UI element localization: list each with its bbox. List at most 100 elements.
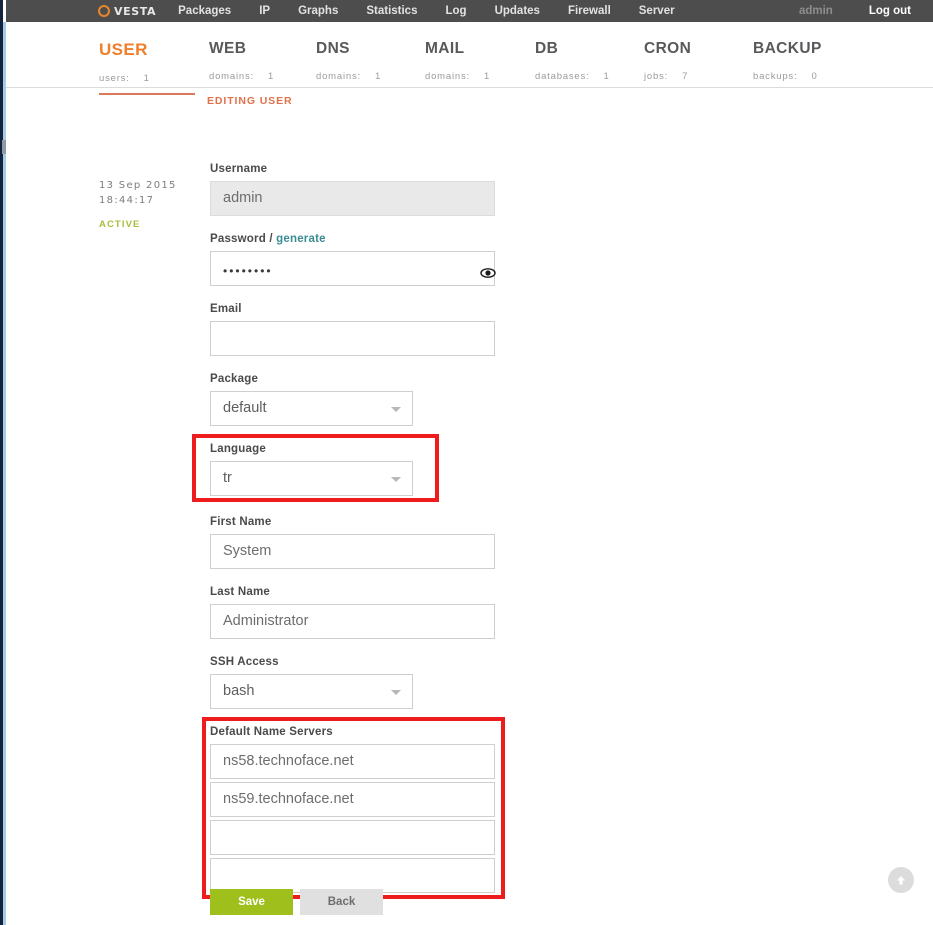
- tab-cron[interactable]: CRON jobs: 7: [644, 40, 691, 82]
- tab-user[interactable]: USER users: 1: [99, 40, 195, 95]
- first-name-input[interactable]: System: [210, 534, 495, 569]
- nav-item-firewall[interactable]: Firewall: [568, 5, 611, 17]
- top-navigation-bar: VESTA Packages IP Graphs Statistics Log …: [6, 0, 933, 22]
- password-label: Password / generate: [210, 233, 510, 245]
- username-label: Username: [210, 163, 268, 175]
- name-servers-list: ns58.technoface.net ns59.technoface.net: [210, 744, 510, 893]
- status-badge: ACTIVE: [99, 219, 141, 230]
- record-date: 13 Sep 2015: [99, 180, 177, 191]
- tab-backup-title: BACKUP: [753, 40, 822, 57]
- current-user-label[interactable]: admin: [799, 5, 833, 17]
- tab-dns[interactable]: DNS domains: 1: [316, 40, 381, 82]
- field-package: Package default: [210, 373, 510, 426]
- password-label-text: Password: [210, 233, 266, 245]
- tab-dns-sub: domains: 1: [316, 71, 381, 82]
- brand-name: VESTA: [114, 4, 157, 18]
- tab-dns-title: DNS: [316, 40, 350, 57]
- field-last-name: Last Name Administrator: [210, 586, 510, 639]
- tab-user-active-underline: [99, 93, 195, 95]
- email-label: Email: [210, 303, 242, 315]
- back-button[interactable]: Back: [300, 889, 383, 915]
- form-actions: Save Back: [210, 889, 383, 915]
- tab-cron-title: CRON: [644, 40, 692, 57]
- sidebar-handle[interactable]: [2, 140, 6, 154]
- tab-mail-count: 1: [483, 71, 491, 82]
- language-selected-value: tr: [223, 470, 232, 486]
- eye-icon[interactable]: [480, 265, 496, 281]
- name-server-input-1[interactable]: ns58.technoface.net: [210, 744, 495, 779]
- logout-link[interactable]: Log out: [869, 5, 911, 17]
- tab-db-count: 1: [603, 71, 610, 82]
- tab-db-sub-label: databases:: [535, 71, 590, 82]
- circle-logo-icon: [98, 5, 110, 17]
- nav-item-packages[interactable]: Packages: [178, 5, 231, 17]
- chevron-down-icon: [391, 407, 401, 412]
- record-time: 18:44:17: [99, 195, 155, 206]
- tab-mail[interactable]: MAIL domains: 1: [425, 40, 490, 82]
- ssh-access-label: SSH Access: [210, 656, 279, 668]
- save-button[interactable]: Save: [210, 889, 293, 915]
- field-name-servers: Default Name Servers ns58.technoface.net…: [202, 717, 510, 899]
- tab-backup-sub-label: backups:: [753, 71, 798, 82]
- tab-mail-sub: domains: 1: [425, 71, 490, 82]
- ssh-access-select[interactable]: bash: [210, 674, 413, 709]
- generate-password-link[interactable]: generate: [276, 233, 326, 245]
- password-input[interactable]: ••••••••: [210, 251, 495, 286]
- tab-user-sub-label: users:: [99, 73, 130, 84]
- name-servers-label: Default Name Servers: [210, 726, 333, 738]
- field-username: Username admin: [210, 163, 510, 216]
- last-name-input[interactable]: Administrator: [210, 604, 495, 639]
- tab-web[interactable]: WEB domains: 1: [209, 40, 274, 82]
- ssh-access-selected-value: bash: [223, 683, 255, 699]
- top-nav-items: Packages IP Graphs Statistics Log Update…: [178, 5, 674, 17]
- tab-cron-count: 7: [682, 71, 689, 82]
- password-label-separator: /: [269, 233, 273, 245]
- brand-logo[interactable]: VESTA: [98, 5, 156, 18]
- language-select[interactable]: tr: [210, 461, 413, 496]
- nav-item-ip[interactable]: IP: [259, 5, 270, 17]
- resource-tab-bar: USER users: 1 WEB domains: 1 DNS domains: 1…: [6, 22, 933, 95]
- top-nav-account: admin Log out: [799, 5, 911, 17]
- tab-backup-count: 0: [811, 71, 818, 82]
- editing-user-label: EDITING USER: [207, 95, 293, 107]
- tab-web-sub-label: domains:: [209, 71, 254, 82]
- browser-edge-light: [3, 22, 6, 925]
- field-first-name: First Name System: [210, 516, 510, 569]
- tab-web-title: WEB: [209, 40, 247, 57]
- nav-item-log[interactable]: Log: [445, 5, 466, 17]
- first-name-label: First Name: [210, 516, 272, 528]
- field-email: Email: [210, 303, 510, 356]
- nav-item-server[interactable]: Server: [639, 5, 675, 17]
- tab-db-title: DB: [535, 40, 559, 57]
- last-name-label: Last Name: [210, 586, 270, 598]
- tab-web-sub: domains: 1: [209, 71, 274, 82]
- page-root: VESTA Packages IP Graphs Statistics Log …: [0, 0, 933, 925]
- tab-mail-title: MAIL: [425, 40, 465, 57]
- tab-dns-sub-label: domains:: [316, 71, 361, 82]
- chevron-down-icon: [391, 477, 401, 482]
- edit-user-form: Username admin Password / generate •••••…: [192, 163, 510, 910]
- email-input[interactable]: [210, 321, 495, 356]
- field-ssh-access: SSH Access bash: [210, 656, 510, 709]
- tab-user-title: USER: [99, 40, 148, 59]
- package-select[interactable]: default: [210, 391, 413, 426]
- tab-db-sub: databases: 1: [535, 71, 610, 82]
- tab-backup[interactable]: BACKUP backups: 0: [753, 40, 822, 82]
- name-server-input-2[interactable]: ns59.technoface.net: [210, 782, 495, 817]
- scroll-to-top-button[interactable]: [888, 867, 914, 893]
- tab-cron-sub: jobs: 7: [644, 71, 691, 82]
- package-selected-value: default: [223, 400, 267, 416]
- tab-db[interactable]: DB databases: 1: [535, 40, 610, 82]
- tab-cron-sub-label: jobs:: [644, 71, 669, 82]
- tab-backup-sub: backups: 0: [753, 71, 822, 82]
- username-input[interactable]: admin: [210, 181, 495, 216]
- tab-user-count: 1: [143, 73, 150, 84]
- nav-item-updates[interactable]: Updates: [495, 5, 540, 17]
- language-label: Language: [210, 443, 266, 455]
- name-server-input-4[interactable]: [210, 858, 495, 893]
- tab-mail-sub-label: domains:: [425, 71, 470, 82]
- nav-item-statistics[interactable]: Statistics: [366, 5, 417, 17]
- nav-item-graphs[interactable]: Graphs: [298, 5, 338, 17]
- name-server-input-3[interactable]: [210, 820, 495, 855]
- arrow-up-icon: [894, 873, 908, 887]
